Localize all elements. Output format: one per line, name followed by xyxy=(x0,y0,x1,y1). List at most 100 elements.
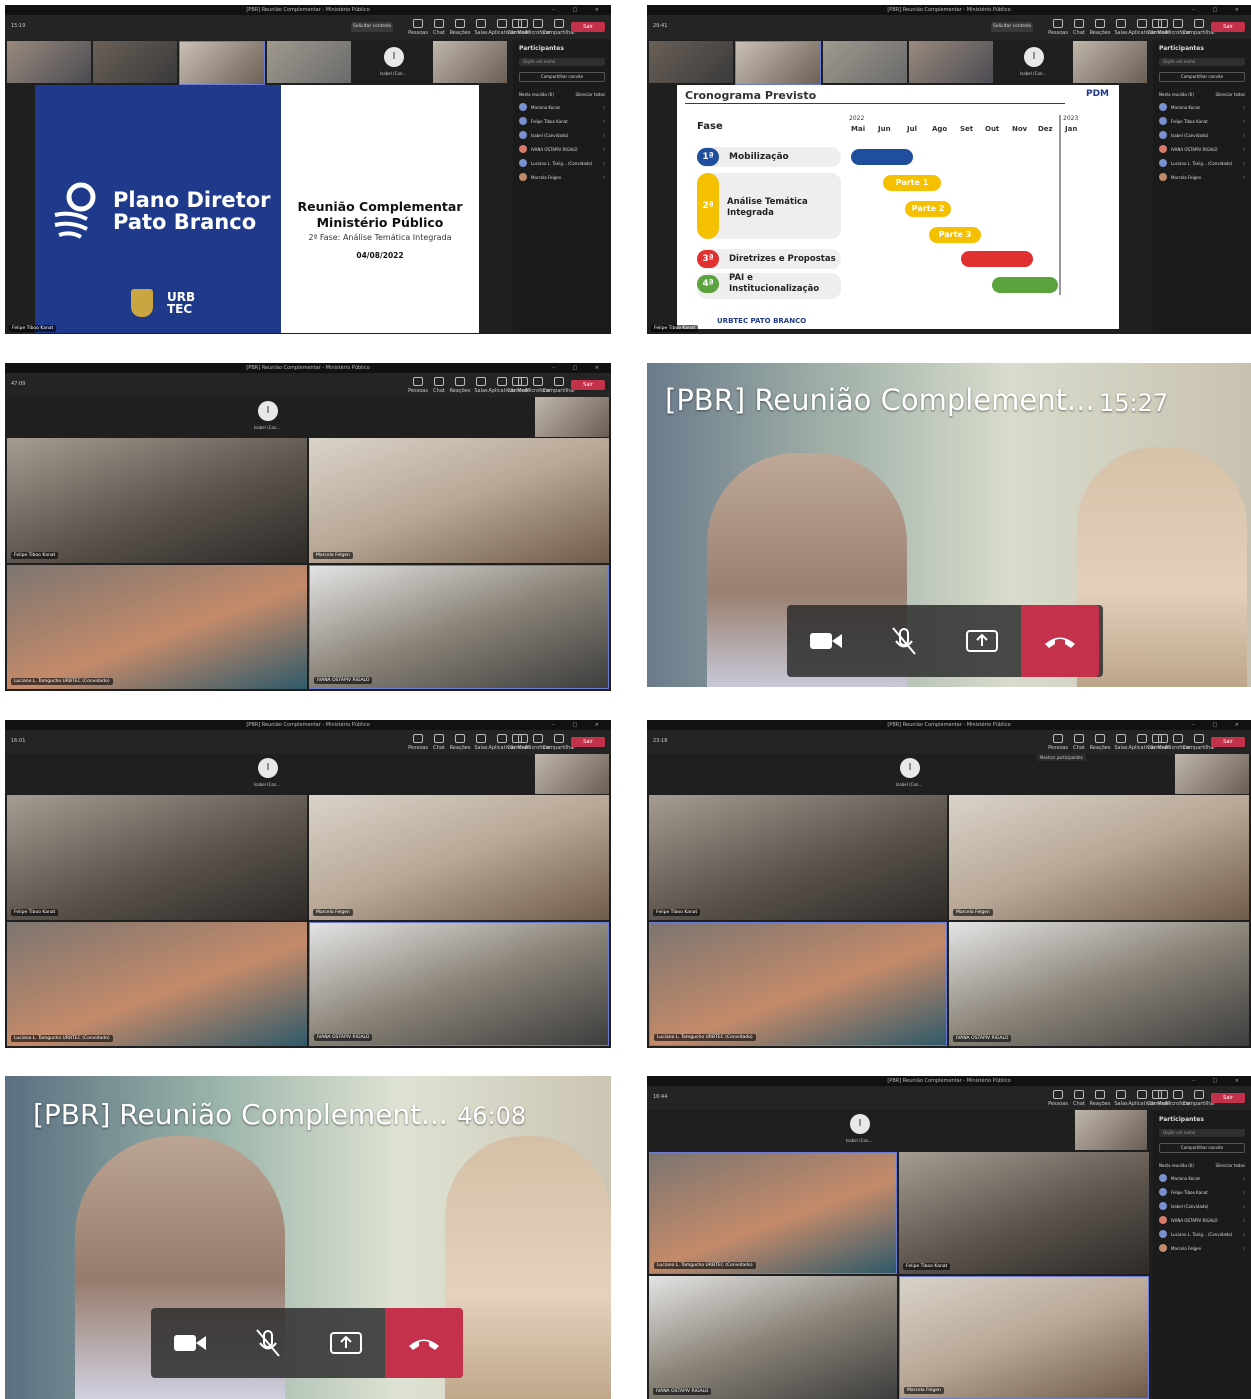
window-controls[interactable]: – □ × xyxy=(1192,1076,1247,1086)
chat-button[interactable]: Chat xyxy=(431,377,447,394)
chat-button[interactable]: Chat xyxy=(1071,734,1087,751)
video-tile[interactable]: Marcela Felgen xyxy=(309,438,609,563)
video-thumb[interactable] xyxy=(93,41,177,83)
video-tile[interactable]: IVANA OSTAPIV RIGALO xyxy=(949,922,1249,1046)
mic-button[interactable] xyxy=(229,1308,307,1378)
mute-all-button[interactable]: Silenciar todos xyxy=(575,92,605,97)
participant-row[interactable]: IVANA OSTAPIV RIGALO ⌇ xyxy=(1159,1216,1245,1224)
window-controls[interactable]: – □ × xyxy=(1192,5,1247,15)
reactions-button[interactable]: Reações xyxy=(450,377,470,394)
rooms-button[interactable]: Salas xyxy=(1113,19,1129,36)
chat-button[interactable]: Chat xyxy=(1071,1090,1087,1107)
end-call-button[interactable] xyxy=(1021,605,1099,677)
rooms-button[interactable]: Salas xyxy=(473,19,489,36)
video-tile[interactable]: Marcela Felgen xyxy=(949,795,1249,920)
participant-row[interactable]: Marcela Felgen ⌇ xyxy=(519,173,605,181)
participant-row[interactable]: Marcela Felgen ⌇ xyxy=(1159,1244,1245,1252)
rooms-button[interactable]: Salas xyxy=(473,734,489,751)
camera-button[interactable]: Câmera xyxy=(1147,1090,1167,1107)
video-thumb[interactable] xyxy=(909,41,993,83)
camera-button[interactable]: Câmera xyxy=(507,377,527,394)
people-button[interactable]: Pessoas xyxy=(1048,1090,1068,1107)
reactions-button[interactable]: Reações xyxy=(1090,734,1110,751)
participant-row[interactable]: Luciano L. Tanig... (Convidado) ⌇ xyxy=(519,159,605,167)
reactions-button[interactable]: Reações xyxy=(1090,1090,1110,1107)
participant-row[interactable]: Isabel (Convidado) ⌇ xyxy=(1159,131,1245,139)
share-button[interactable]: Compartilhar xyxy=(1183,1090,1215,1107)
chat-button[interactable]: Chat xyxy=(431,734,447,751)
self-video-thumb[interactable] xyxy=(535,754,609,794)
video-tile[interactable]: Felipe Tiboo Kanat xyxy=(7,438,307,563)
people-button[interactable]: Pessoas xyxy=(408,734,428,751)
participant-row[interactable]: Isabel (Convidado) ⌇ xyxy=(1159,1202,1245,1210)
people-button[interactable]: Pessoas xyxy=(408,19,428,36)
share-button[interactable]: Compartilhar xyxy=(1183,734,1215,751)
leave-button[interactable]: Sair xyxy=(1211,22,1245,32)
video-thumb[interactable] xyxy=(649,41,733,83)
share-invite-button[interactable]: Compartilhar convite xyxy=(1159,1143,1245,1153)
participant-row[interactable]: IVANA OSTAPIV RIGALO ⌇ xyxy=(519,145,605,153)
participant-row[interactable]: Marcela Felgen ⌇ xyxy=(1159,173,1245,181)
video-tile[interactable]: Luciano L. Tamgucho URBTEC (Convidado) xyxy=(7,922,307,1046)
leave-button[interactable]: Sair xyxy=(1211,737,1245,747)
share-button[interactable] xyxy=(943,605,1021,677)
camera-button[interactable] xyxy=(787,605,865,677)
rooms-button[interactable]: Salas xyxy=(1113,1090,1129,1107)
participant-row[interactable]: IVANA OSTAPIV RIGALO ⌇ xyxy=(1159,145,1245,153)
leave-button[interactable]: Sair xyxy=(571,380,605,390)
share-button[interactable] xyxy=(307,1308,385,1378)
video-tile[interactable]: Luciano L. Tamgucho URBTEC (Convidado) xyxy=(7,565,307,689)
leave-button[interactable]: Sair xyxy=(571,22,605,32)
camera-button[interactable] xyxy=(151,1308,229,1378)
video-tile[interactable]: Marcela Felgen xyxy=(899,1276,1149,1399)
video-tile[interactable]: Marcela Felgen xyxy=(309,795,609,920)
chat-button[interactable]: Chat xyxy=(431,19,447,36)
video-thumb[interactable] xyxy=(823,41,907,83)
video-thumb[interactable] xyxy=(7,41,91,83)
end-call-button[interactable] xyxy=(385,1308,463,1378)
participant-row[interactable]: Mariana Kocan ⌇ xyxy=(519,103,605,111)
video-tile-active-speaker[interactable]: Luciano L. Tamgucho URBTEC (Convidado) xyxy=(649,1152,897,1274)
participant-row[interactable]: Felipe Tiboo Kanat ⌇ xyxy=(519,117,605,125)
request-control-button[interactable]: Solicitar controle xyxy=(351,22,393,32)
leave-button[interactable]: Sair xyxy=(571,737,605,747)
video-tile-active-speaker[interactable]: Luciano L. Tamgucho URBTEC (Convidado) xyxy=(649,922,947,1046)
participant-row[interactable]: Luciano L. Tanig... (Convidado) ⌇ xyxy=(1159,1230,1245,1238)
window-controls[interactable]: – □ × xyxy=(552,5,607,15)
rooms-button[interactable]: Salas xyxy=(1113,734,1129,751)
reactions-button[interactable]: Reações xyxy=(450,734,470,751)
reactions-button[interactable]: Reações xyxy=(450,19,470,36)
mute-all-button[interactable]: Silenciar todos xyxy=(1215,92,1245,97)
video-tile[interactable]: Felipe Tiboo Kanat xyxy=(899,1152,1149,1274)
participant-row[interactable]: Luciano L. Tanig... (Convidado) ⌇ xyxy=(1159,159,1245,167)
in-meeting-header[interactable]: Nesta reunião (6) xyxy=(1159,92,1194,97)
video-thumb[interactable] xyxy=(735,41,821,85)
video-thumb[interactable] xyxy=(179,41,265,85)
self-video-thumb[interactable] xyxy=(1073,41,1147,83)
participant-row[interactable]: Mariana Kocan ⌇ xyxy=(1159,103,1245,111)
reactions-button[interactable]: Reações xyxy=(1090,19,1110,36)
leave-button[interactable]: Sair xyxy=(1211,1093,1245,1103)
participant-search-input[interactable]: Digite um nome xyxy=(519,58,605,66)
video-tile-active-speaker[interactable]: IVANA OSTAPIV RIGALO xyxy=(309,565,609,689)
video-tile-active-speaker[interactable]: IVANA OSTAPIV RIGALO xyxy=(309,922,609,1046)
people-button[interactable]: Pessoas xyxy=(1048,734,1068,751)
rooms-button[interactable]: Salas xyxy=(473,377,489,394)
camera-button[interactable]: Câmera xyxy=(507,19,527,36)
share-button[interactable]: Compartilhar xyxy=(543,377,575,394)
mic-button[interactable] xyxy=(865,605,943,677)
window-controls[interactable]: – □ × xyxy=(1192,720,1247,730)
self-video-thumb[interactable] xyxy=(1175,754,1249,794)
chat-button[interactable]: Chat xyxy=(1071,19,1087,36)
participant-row[interactable]: Felipe Tiboo Kanat ⌇ xyxy=(1159,1188,1245,1196)
share-invite-button[interactable]: Compartilhar convite xyxy=(519,72,605,82)
in-meeting-header[interactable]: Nesta reunião (6) xyxy=(1159,1163,1194,1168)
window-controls[interactable]: – □ × xyxy=(552,363,607,373)
in-meeting-header[interactable]: Nesta reunião (6) xyxy=(519,92,554,97)
video-thumb[interactable] xyxy=(267,41,351,83)
participant-search-input[interactable]: Digite um nome xyxy=(1159,1129,1245,1137)
self-video-thumb[interactable] xyxy=(535,397,609,437)
camera-button[interactable]: Câmera xyxy=(1147,19,1167,36)
mute-all-button[interactable]: Silenciar todos xyxy=(1215,1163,1245,1168)
share-button[interactable]: Compartilhar xyxy=(543,19,575,36)
